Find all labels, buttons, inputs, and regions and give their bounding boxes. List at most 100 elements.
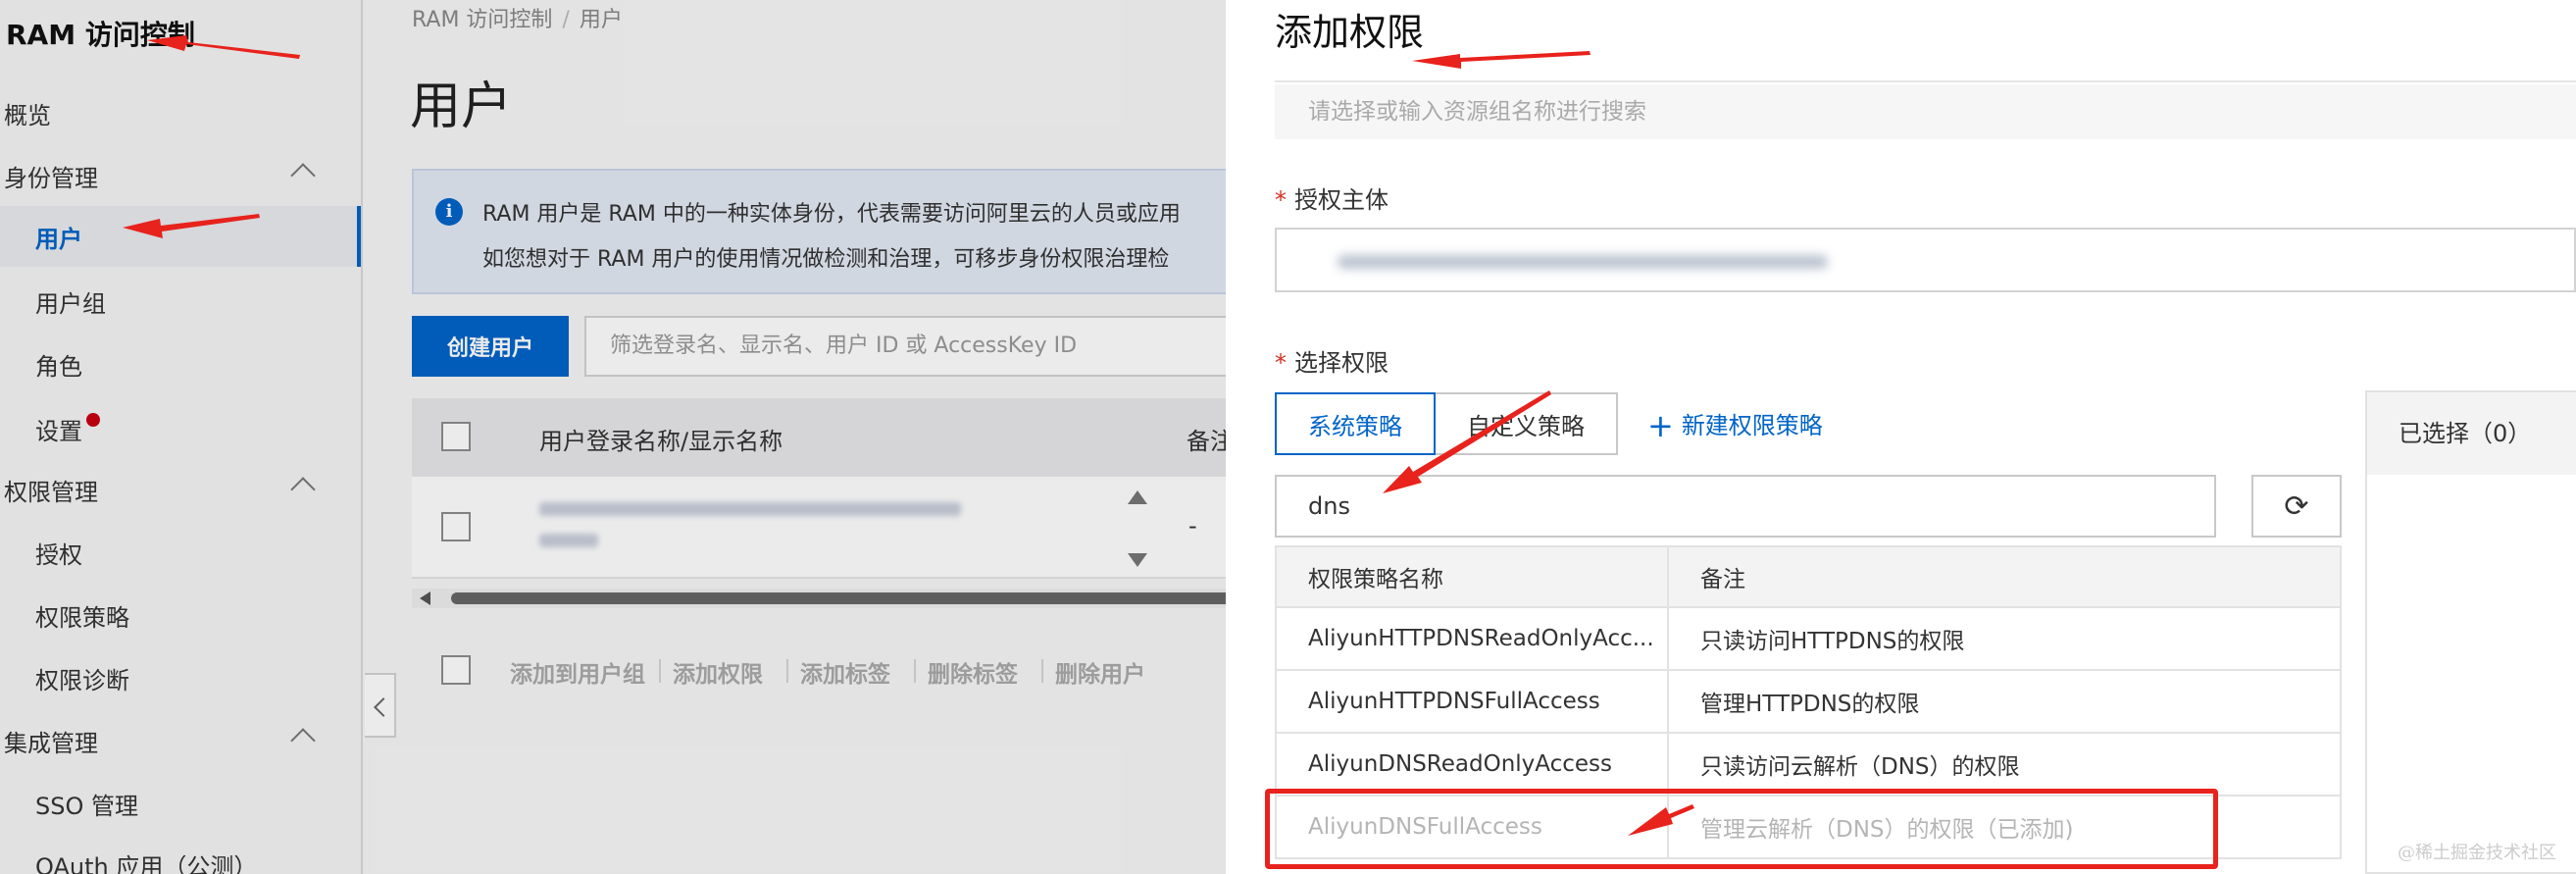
policy-table-header: 权限策略名称 备注 — [1275, 545, 2342, 608]
policy-name: AliyunDNSReadOnlyAccess — [1277, 734, 1669, 795]
info-icon: i — [435, 198, 463, 226]
breadcrumb-item[interactable]: RAM 访问控制 — [412, 8, 552, 32]
info-text: RAM 用户是 RAM 中的一种实体身份，代表需要访问阿里云的人员或应用 — [482, 202, 1181, 227]
sidebar-item-label: 角色 — [35, 352, 82, 381]
tab-custom-policy[interactable]: 自定义策略 — [1436, 392, 1618, 455]
sidebar-item-diagnosis[interactable]: 权限诊断 — [0, 647, 361, 708]
table-row[interactable]: - — [412, 477, 1294, 579]
selected-count: 已选择（0） — [2367, 392, 2576, 475]
table-row-disabled: AliyunDNSFullAccess 管理云解析（DNS）的权限（已添加) — [1275, 797, 2342, 859]
sidebar-title: RAM 访问控制 — [6, 19, 195, 51]
new-policy-link[interactable]: + 新建权限策略 — [1647, 406, 1823, 444]
principal-label: * 授权主体 — [1275, 180, 1389, 215]
divider — [1275, 80, 2576, 82]
divider — [659, 659, 661, 683]
resource-group-select[interactable]: 请选择或输入资源组名称进行搜索 — [1275, 84, 2576, 139]
row-note: - — [1188, 512, 1197, 540]
refresh-icon: ⟳ — [2284, 488, 2309, 524]
table-row[interactable]: AliyunHTTPDNSFullAccess 管理HTTPDNS的权限 — [1275, 671, 2342, 734]
sidebar-item-users[interactable]: 用户 — [0, 206, 361, 267]
required-mark: * — [1275, 186, 1287, 214]
policy-search-input[interactable]: dns — [1275, 475, 2216, 538]
sidebar-item-label: 用户组 — [35, 289, 106, 318]
sidebar-item-label: 集成管理 — [4, 729, 98, 757]
sidebar-item-label: 身份管理 — [4, 164, 98, 192]
sidebar-item-label: 授权 — [35, 540, 82, 569]
user-table-header: 用户登录名称/显示名称 备注 — [412, 398, 1294, 477]
sidebar-item-label: OAuth 应用（公测） — [35, 852, 258, 874]
principal-label-text: 授权主体 — [1294, 186, 1389, 214]
principal-input[interactable] — [1275, 228, 2576, 292]
policy-name: AliyunDNSFullAccess — [1277, 797, 1669, 857]
bulk-select-checkbox[interactable] — [441, 655, 471, 685]
divider — [786, 659, 788, 683]
blurred-username — [539, 502, 961, 516]
breadcrumb: RAM 访问控制 / 用户 — [412, 2, 623, 33]
sidebar-item-label: 权限策略 — [35, 603, 129, 632]
sidebar-item-user-groups[interactable]: 用户组 — [0, 271, 361, 332]
selected-policies-panel: 已选择（0） — [2365, 390, 2576, 874]
scroll-left-icon[interactable] — [420, 591, 430, 605]
policy-table: 权限策略名称 备注 AliyunHTTPDNSReadOnlyAcc... 只读… — [1275, 545, 2342, 859]
sidebar-item-settings[interactable]: 设置 — [0, 398, 361, 459]
table-row[interactable]: AliyunDNSReadOnlyAccess 只读访问云解析（DNS）的权限 — [1275, 734, 2342, 797]
select-permission-label: * 选择权限 — [1275, 343, 1389, 378]
sidebar-item-overview[interactable]: 概览 — [0, 82, 361, 143]
sidebar-item-label: 权限诊断 — [35, 666, 129, 694]
column-header: 备注 — [1700, 567, 1745, 592]
sidebar-collapse-button[interactable] — [365, 673, 396, 738]
horizontal-scrollbar[interactable] — [412, 589, 1294, 608]
add-to-group-action[interactable]: 添加到用户组 — [510, 655, 645, 689]
breadcrumb-item: 用户 — [579, 8, 623, 32]
sidebar-item-oauth[interactable]: OAuth 应用（公测） — [0, 834, 361, 874]
info-banner: i RAM 用户是 RAM 中的一种实体身份，代表需要访问阿里云的人员或应用 如… — [412, 169, 1294, 294]
column-header: 权限策略名称 — [1277, 547, 1669, 606]
select-permission-label-text: 选择权限 — [1294, 349, 1389, 377]
create-user-button[interactable]: 创建用户 — [412, 316, 569, 377]
sidebar-item-label: 用户 — [35, 225, 82, 253]
sort-up-icon[interactable] — [1128, 490, 1147, 504]
tab-system-policy[interactable]: 系统策略 — [1275, 392, 1436, 455]
required-mark: * — [1275, 349, 1287, 377]
scrollbar-thumb[interactable] — [451, 592, 1255, 604]
sort-down-icon[interactable] — [1128, 553, 1147, 567]
row-checkbox[interactable] — [441, 512, 471, 541]
sidebar-item-sso[interactable]: SSO 管理 — [0, 773, 361, 834]
sidebar-group-permissions[interactable]: 权限管理 — [0, 459, 361, 520]
blurred-principal — [1338, 255, 1828, 269]
sidebar-item-grants[interactable]: 授权 — [0, 522, 361, 583]
bulk-actions-bar: 添加到用户组 添加权限 添加标签 删除标签 删除用户 — [412, 647, 1294, 696]
sidebar: RAM 访问控制 概览 身份管理 用户 用户组 角色 设置 权限管理 授权 权限… — [0, 0, 363, 874]
policy-note: 只读访问云解析（DNS）的权限 — [1700, 754, 2020, 780]
column-header: 用户登录名称/显示名称 — [539, 428, 783, 455]
sidebar-item-label: 权限管理 — [4, 478, 98, 506]
remove-tag-action[interactable]: 删除标签 — [928, 655, 1018, 689]
add-tag-action[interactable]: 添加标签 — [800, 655, 890, 689]
add-permission-action[interactable]: 添加权限 — [673, 655, 763, 689]
policy-note: 管理云解析（DNS）的权限（已添加) — [1700, 817, 2074, 843]
sidebar-group-integration[interactable]: 集成管理 — [0, 710, 361, 771]
main-content: RAM 访问控制 / 用户 用户 i RAM 用户是 RAM 中的一种实体身份，代表… — [363, 0, 1294, 874]
refresh-button[interactable]: ⟳ — [2251, 475, 2342, 538]
blurred-displayname — [539, 534, 598, 547]
sidebar-group-identity[interactable]: 身份管理 — [0, 145, 361, 206]
chevron-left-icon — [374, 697, 393, 717]
delete-user-action[interactable]: 删除用户 — [1055, 655, 1145, 689]
page-title: 用户 — [410, 77, 513, 136]
sidebar-item-policies[interactable]: 权限策略 — [0, 585, 361, 645]
policy-name: AliyunHTTPDNSFullAccess — [1277, 671, 1669, 732]
filter-input[interactable]: 筛选登录名、显示名、用户 ID 或 AccessKey ID — [584, 316, 1271, 377]
add-permission-drawer: 添加权限 请选择或输入资源组名称进行搜索 * 授权主体 * 选择权限 系统策略 自定… — [1226, 0, 2576, 874]
sidebar-item-label: 设置 — [35, 417, 82, 445]
divider — [914, 659, 916, 683]
breadcrumb-separator: / — [562, 8, 570, 32]
sidebar-item-roles[interactable]: 角色 — [0, 334, 361, 394]
notification-dot-icon — [86, 413, 100, 427]
drawer-title: 添加权限 — [1275, 11, 1425, 54]
select-all-checkbox[interactable] — [441, 422, 471, 451]
policy-note: 只读访问HTTPDNS的权限 — [1700, 629, 1965, 654]
sidebar-item-label: SSO 管理 — [35, 792, 138, 820]
table-row[interactable]: AliyunHTTPDNSReadOnlyAcc... 只读访问HTTPDNS的… — [1275, 608, 2342, 671]
chevron-up-icon — [290, 163, 316, 188]
watermark: @稀土掘金技术社区 — [2398, 843, 2556, 863]
